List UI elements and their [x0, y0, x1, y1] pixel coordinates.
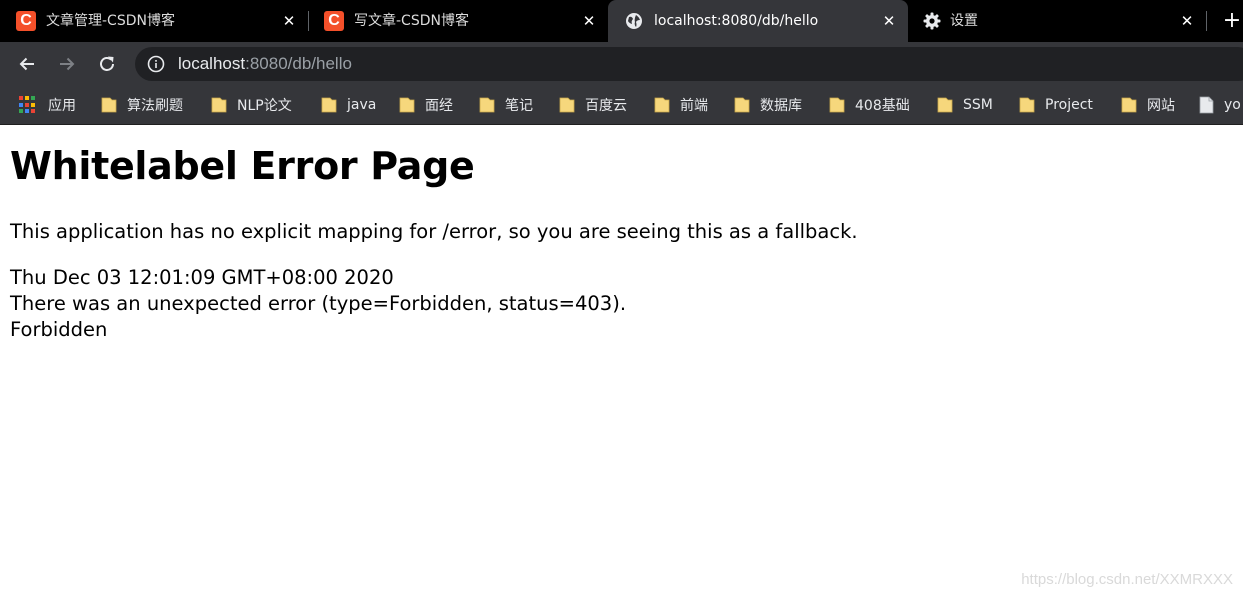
bookmark-folder[interactable]: SSM — [937, 94, 993, 116]
tab-divider — [1206, 11, 1207, 31]
fallback-message: This application has no explicit mapping… — [10, 220, 858, 243]
arrow-left-icon — [19, 57, 34, 71]
bookmark-folder[interactable]: 百度云 — [559, 94, 627, 116]
folder-icon — [1019, 97, 1035, 113]
bookmark-page[interactable]: yo — [1198, 94, 1241, 116]
address-bar[interactable]: localhost:8080/db/hello — [135, 47, 1243, 81]
bookmark-label: 应用 — [48, 98, 76, 114]
folder-icon — [479, 97, 495, 113]
bookmark-label: NLP论文 — [237, 98, 292, 114]
csdn-logo-icon: C — [16, 11, 36, 31]
tab-localhost[interactable]: localhost:8080/db/hello ✕ — [608, 0, 908, 42]
bookmark-apps[interactable]: 应用 — [19, 94, 76, 116]
folder-icon — [654, 97, 670, 113]
tab-title: 写文章-CSDN博客 — [354, 13, 469, 29]
tab-title: 文章管理-CSDN博客 — [46, 13, 175, 29]
info-icon[interactable] — [147, 55, 165, 73]
bookmark-folder[interactable]: 笔记 — [479, 94, 533, 116]
folder-icon — [211, 97, 227, 113]
bookmark-folder[interactable]: 前端 — [654, 94, 708, 116]
bookmark-folder[interactable]: 算法刷题 — [101, 94, 183, 116]
folder-icon — [829, 97, 845, 113]
bookmark-label: 408基础 — [855, 98, 910, 114]
close-icon[interactable]: ✕ — [880, 12, 898, 30]
reload-icon — [100, 56, 114, 71]
error-timestamp: Thu Dec 03 12:01:09 GMT+08:00 2020 — [10, 266, 394, 289]
reload-button[interactable] — [93, 50, 121, 78]
arrow-right-icon — [60, 57, 75, 71]
folder-icon — [399, 97, 415, 113]
csdn-logo-icon: C — [324, 11, 344, 31]
bookmark-label: 算法刷题 — [127, 98, 183, 114]
gear-icon — [922, 11, 942, 31]
globe-icon — [624, 11, 644, 31]
tab-article-management[interactable]: C 文章管理-CSDN博客 ✕ — [0, 0, 308, 42]
back-button[interactable] — [13, 50, 41, 78]
tab-title: localhost:8080/db/hello — [654, 13, 819, 29]
new-tab-button[interactable]: + — [1220, 9, 1243, 33]
tab-strip: C 文章管理-CSDN博客 ✕ C 写文章-CSDN博客 ✕ localhost… — [0, 0, 1243, 42]
close-icon[interactable]: ✕ — [280, 12, 298, 30]
url-host: localhost — [178, 54, 246, 73]
page-icon — [1199, 96, 1214, 114]
apps-grid-icon — [19, 96, 37, 114]
bookmark-folder[interactable]: java — [321, 94, 376, 116]
bookmark-label: yo — [1224, 97, 1241, 113]
bookmark-folder[interactable]: 408基础 — [829, 94, 910, 116]
watermark: https://blog.csdn.net/XXMRXXX — [1021, 571, 1233, 588]
folder-icon — [734, 97, 750, 113]
url-path: :8080/db/hello — [245, 54, 352, 73]
bookmark-label: SSM — [963, 97, 993, 113]
url-text[interactable]: localhost:8080/db/hello — [178, 54, 352, 74]
tab-settings[interactable]: 设置 ✕ — [908, 0, 1206, 42]
bookmark-label: 网站 — [1147, 98, 1175, 114]
folder-icon — [321, 97, 337, 113]
tab-write-article[interactable]: C 写文章-CSDN博客 ✕ — [308, 0, 608, 42]
folder-icon — [101, 97, 117, 113]
bookmark-label: Project — [1045, 97, 1093, 113]
forward-button[interactable] — [53, 50, 81, 78]
bookmark-label: java — [347, 97, 377, 113]
close-icon[interactable]: ✕ — [1178, 12, 1196, 30]
bookmark-folder[interactable]: Project — [1019, 94, 1093, 116]
bookmark-folder[interactable]: 网站 — [1121, 94, 1175, 116]
bookmark-label: 前端 — [680, 98, 708, 114]
error-detail: There was an unexpected error (type=Forb… — [10, 292, 627, 315]
bookmarks-bar: 应用 算法刷题 NLP论文 java 面经 笔记 百度云 前端 数据库 408基… — [0, 85, 1243, 125]
bookmark-label: 笔记 — [505, 98, 533, 114]
error-reason: Forbidden — [10, 318, 108, 341]
tab-title: 设置 — [950, 13, 978, 29]
folder-icon — [559, 97, 575, 113]
browser-toolbar: localhost:8080/db/hello — [0, 42, 1243, 85]
close-icon[interactable]: ✕ — [580, 12, 598, 30]
folder-icon — [1121, 97, 1137, 113]
bookmark-label: 数据库 — [760, 98, 802, 114]
bookmark-folder[interactable]: NLP论文 — [211, 94, 292, 116]
bookmark-folder[interactable]: 面经 — [399, 94, 453, 116]
page-title: Whitelabel Error Page — [10, 144, 475, 188]
page-content: Whitelabel Error Page This application h… — [0, 126, 1243, 596]
bookmark-folder[interactable]: 数据库 — [734, 94, 802, 116]
bookmark-label: 面经 — [425, 98, 453, 114]
folder-icon — [937, 97, 953, 113]
bookmark-label: 百度云 — [585, 98, 627, 114]
